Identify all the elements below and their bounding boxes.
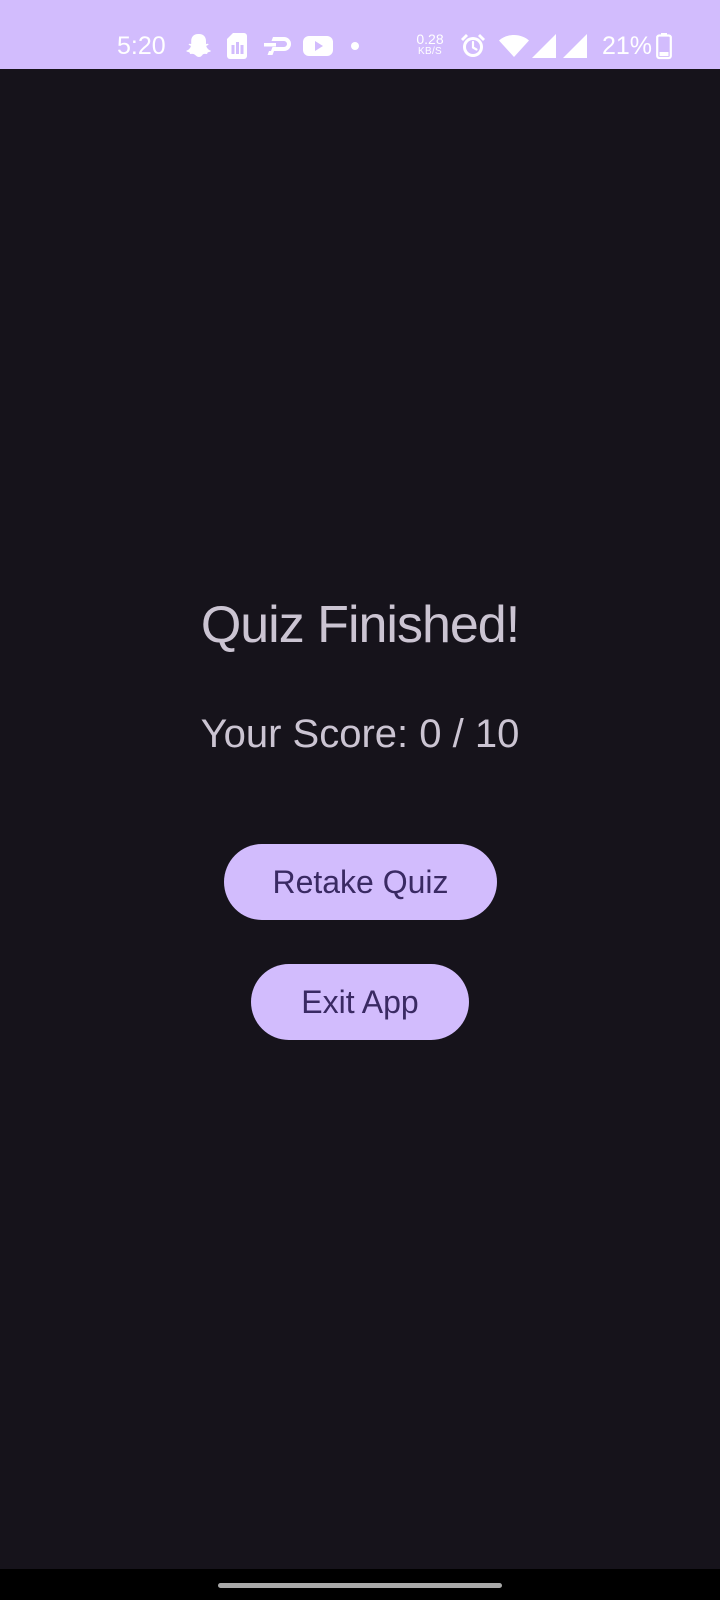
youtube-icon bbox=[303, 36, 333, 56]
dot-icon bbox=[351, 42, 359, 50]
snapchat-icon bbox=[186, 34, 211, 57]
sim-card-icon bbox=[227, 33, 247, 59]
signal-icon-2 bbox=[563, 34, 587, 58]
status-bar: 5:20 0.28 KB/S 21% bbox=[0, 0, 720, 69]
status-time: 5:20 bbox=[117, 32, 166, 60]
exit-app-button[interactable]: Exit App bbox=[251, 964, 469, 1040]
wifi-icon bbox=[499, 35, 529, 57]
alarm-icon bbox=[461, 34, 485, 57]
network-speed-unit: KB/S bbox=[418, 46, 442, 57]
retake-quiz-button[interactable]: Retake Quiz bbox=[224, 844, 497, 920]
home-indicator[interactable] bbox=[218, 1583, 502, 1588]
network-speed-value: 0.28 bbox=[416, 31, 444, 47]
navigation-bar bbox=[0, 1569, 720, 1600]
signal-icon bbox=[532, 34, 556, 58]
battery-percentage: 21% bbox=[602, 32, 653, 60]
dash-app-icon bbox=[264, 37, 291, 55]
score-text: Your Score: 0 / 10 bbox=[200, 712, 520, 756]
quiz-result-screen bbox=[0, 69, 720, 1569]
battery-icon bbox=[656, 33, 672, 60]
network-speed: 0.28 KB/S bbox=[413, 32, 447, 57]
quiz-finished-title: Quiz Finished! bbox=[200, 596, 520, 654]
